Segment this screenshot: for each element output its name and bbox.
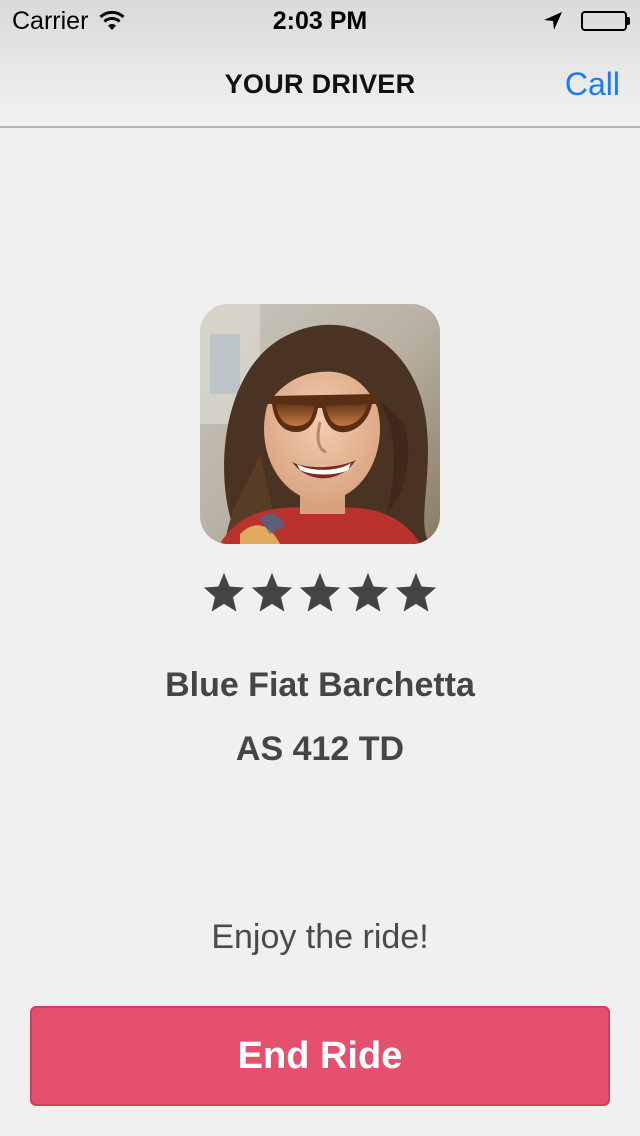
battery-icon: [581, 11, 630, 31]
star-icon: [345, 570, 391, 616]
location-arrow-icon: [543, 11, 563, 31]
nav-title: YOUR DRIVER: [224, 69, 416, 99]
star-icon: [201, 570, 247, 616]
driver-rating: [0, 570, 640, 616]
end-ride-button[interactable]: End Ride: [30, 1006, 610, 1106]
driver-avatar: [200, 304, 440, 544]
star-icon: [393, 570, 439, 616]
call-button[interactable]: Call: [565, 64, 620, 104]
enjoy-message: Enjoy the ride!: [211, 918, 429, 956]
status-right: [543, 6, 630, 36]
star-icon: [249, 570, 295, 616]
license-plate: AS 412 TD: [235, 730, 405, 768]
car-model: Blue Fiat Barchetta: [165, 666, 475, 704]
star-icon: [297, 570, 343, 616]
top-bar: Carrier 2:03 PM YOUR DRIVER Call: [0, 0, 640, 128]
